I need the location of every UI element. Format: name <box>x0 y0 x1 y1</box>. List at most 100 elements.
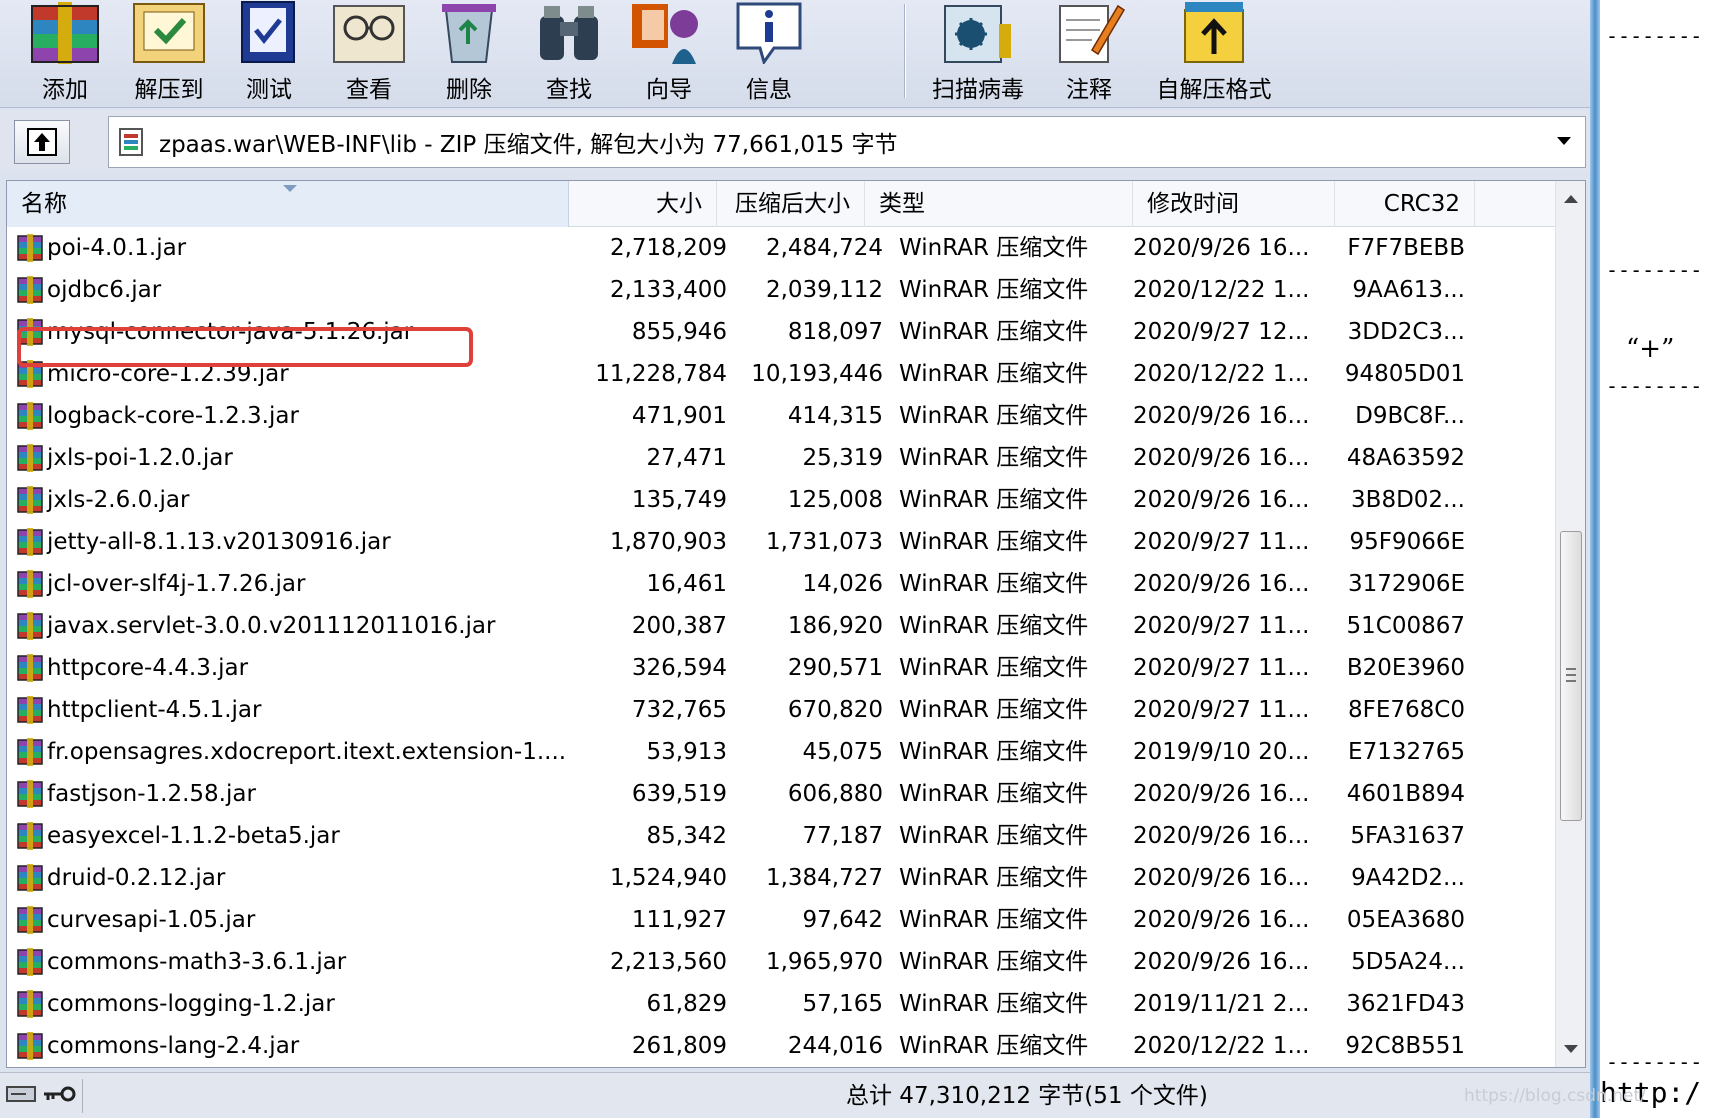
file-name-cell: jxls-2.6.0.jar <box>15 479 571 521</box>
table-row[interactable]: logback-core-1.2.3.jar 471,901 414,315 WinR… <box>7 395 1556 437</box>
info-icon <box>736 2 802 64</box>
file-crc: E7132765 <box>1348 739 1465 765</box>
file-size: 855,946 <box>631 319 727 345</box>
file-type: WinRAR 压缩文件 <box>899 781 1089 807</box>
column-header-packed-label: 压缩后大小 <box>735 191 850 217</box>
file-name-cell: commons-logging-1.2.jar <box>15 983 571 1025</box>
table-row[interactable]: fastjson-1.2.58.jar 639,519 606,880 WinRAR … <box>7 773 1556 815</box>
file-crc: 48A63592 <box>1346 445 1465 471</box>
extract-folder-icon <box>133 3 205 63</box>
toolbar-separator <box>904 4 906 98</box>
view-button[interactable]: 查看 <box>328 0 410 104</box>
file-type: WinRAR 压缩文件 <box>899 235 1089 261</box>
file-name-cell: httpclient-4.5.1.jar <box>15 689 571 731</box>
table-row[interactable]: commons-math3-3.6.1.jar 2,213,560 1,965,97… <box>7 941 1556 983</box>
file-packed-size: 125,008 <box>787 487 883 513</box>
file-name: ojdbc6.jar <box>47 277 162 303</box>
table-row[interactable]: jcl-over-slf4j-1.7.26.jar 16,461 14,026 Win… <box>7 563 1556 605</box>
test-label: 测试 <box>246 77 292 103</box>
add-button[interactable]: 添加 <box>24 0 106 104</box>
scroll-down-icon[interactable] <box>1564 1045 1578 1053</box>
table-row[interactable]: httpclient-4.5.1.jar 732,765 670,820 WinRAR… <box>7 689 1556 731</box>
scan-virus-button[interactable]: 扫描病毒 <box>928 0 1028 104</box>
table-row[interactable]: fr.opensagres.xdocreport.itext.extension… <box>7 731 1556 773</box>
path-combobox[interactable]: zpaas.war\WEB-INF\lib - ZIP 压缩文件, 解包大小为 … <box>108 116 1586 168</box>
table-row[interactable]: micro-core-1.2.39.jar 11,228,784 10,193,44… <box>7 353 1556 395</box>
column-header-packed[interactable]: 压缩后大小 <box>717 181 865 227</box>
file-packed-size: 244,016 <box>787 1033 883 1059</box>
key-icon[interactable] <box>42 1083 76 1105</box>
file-packed-size: 25,319 <box>802 445 883 471</box>
up-folder-button[interactable] <box>14 120 70 164</box>
table-row[interactable]: commons-lang-2.4.jar 261,809 244,016 WinRAR… <box>7 1025 1556 1067</box>
column-header-name[interactable]: 名称 <box>7 181 569 227</box>
file-modified: 2020/9/26 16... <box>1133 403 1310 429</box>
file-type: WinRAR 压缩文件 <box>899 529 1089 555</box>
sfx-button[interactable]: 自解压格式 <box>1152 0 1276 104</box>
info-button[interactable]: 信息 <box>728 0 810 104</box>
column-header-modified[interactable]: 修改时间 <box>1133 181 1335 227</box>
table-row[interactable]: poi-4.0.1.jar 2,718,209 2,484,724 WinRAR 压缩… <box>7 227 1556 269</box>
file-crc: 51C00867 <box>1346 613 1466 639</box>
file-name: jetty-all-8.1.13.v20130916.jar <box>47 529 391 555</box>
scrollbar-thumb[interactable] <box>1560 531 1582 821</box>
rar-archive-icon <box>17 738 43 766</box>
table-row[interactable]: httpcore-4.4.3.jar 326,594 290,571 WinRAR 压… <box>7 647 1556 689</box>
file-name-cell: mysql-connector-java-5.1.26.jar <box>15 311 571 353</box>
table-row[interactable]: jetty-all-8.1.13.v20130916.jar 1,870,903 1… <box>7 521 1556 563</box>
rar-archive-icon <box>17 528 43 556</box>
table-row[interactable]: easyexcel-1.1.2-beta5.jar 85,342 77,187 Win… <box>7 815 1556 857</box>
dashed-line: -------- <box>1606 374 1703 398</box>
file-packed-size: 77,187 <box>802 823 883 849</box>
add-label: 添加 <box>42 77 88 103</box>
column-header-crc[interactable]: CRC32 <box>1335 181 1475 227</box>
file-name-cell: poi-4.0.1.jar <box>15 227 571 269</box>
file-crc: B20E3960 <box>1346 655 1465 681</box>
chevron-down-icon[interactable] <box>1557 137 1571 145</box>
table-row[interactable]: curvesapi-1.05.jar 111,927 97,642 WinRAR 压缩… <box>7 899 1556 941</box>
file-name: jcl-over-slf4j-1.7.26.jar <box>47 571 306 597</box>
file-modified: 2020/9/26 16... <box>1133 823 1310 849</box>
file-modified: 2020/9/26 16... <box>1133 865 1310 891</box>
wizard-button[interactable]: 向导 <box>628 0 710 104</box>
rar-archive-icon <box>17 402 43 430</box>
test-button[interactable]: 测试 <box>228 0 310 104</box>
rar-archive-icon <box>17 360 43 388</box>
rar-archive-icon <box>17 654 43 682</box>
table-row[interactable]: commons-logging-1.2.jar 61,829 57,165 WinRA… <box>7 983 1556 1025</box>
file-modified: 2020/9/26 16... <box>1133 907 1310 933</box>
table-row[interactable]: druid-0.2.12.jar 1,524,940 1,384,727 WinRAR… <box>7 857 1556 899</box>
file-type: WinRAR 压缩文件 <box>899 907 1089 933</box>
file-size: 1,524,940 <box>609 865 727 891</box>
column-header-type[interactable]: 类型 <box>865 181 1133 227</box>
file-type: WinRAR 压缩文件 <box>899 697 1089 723</box>
delete-button[interactable]: 删除 <box>428 0 510 104</box>
file-packed-size: 10,193,446 <box>751 361 883 387</box>
rar-archive-icon <box>17 486 43 514</box>
comment-button[interactable]: 注释 <box>1048 0 1130 104</box>
extract-button[interactable]: 解压到 <box>128 0 210 104</box>
table-row[interactable]: ojdbc6.jar 2,133,400 2,039,112 WinRAR 压缩文件 2… <box>7 269 1556 311</box>
wizard-icon <box>632 4 698 64</box>
file-crc: 5D5A24... <box>1351 949 1465 975</box>
file-modified: 2020/9/26 16... <box>1133 235 1310 261</box>
scroll-up-icon[interactable] <box>1564 195 1578 203</box>
column-header-size-label: 大小 <box>656 191 702 217</box>
comment-label: 注释 <box>1066 77 1112 103</box>
vertical-scrollbar[interactable] <box>1555 181 1585 1067</box>
table-row[interactable]: jxls-2.6.0.jar 135,749 125,008 WinRAR 压缩文件 2… <box>7 479 1556 521</box>
table-row[interactable]: javax.servlet-3.0.0.v201112011016.jar 200… <box>7 605 1556 647</box>
find-button[interactable]: 查找 <box>528 0 610 104</box>
file-name: micro-core-1.2.39.jar <box>47 361 289 387</box>
dashed-line: -------- <box>1606 24 1703 48</box>
drive-icon[interactable] <box>6 1083 36 1105</box>
table-row[interactable]: jxls-poi-1.2.0.jar 27,471 25,319 WinRAR 压缩文… <box>7 437 1556 479</box>
file-name-cell: commons-lang-2.4.jar <box>15 1025 571 1067</box>
table-row[interactable]: mysql-connector-java-5.1.26.jar 855,946 81… <box>7 311 1556 353</box>
column-header-size[interactable]: 大小 <box>569 181 717 227</box>
glasses-book-icon <box>333 5 405 63</box>
file-name-cell: curvesapi-1.05.jar <box>15 899 571 941</box>
file-name: javax.servlet-3.0.0.v201112011016.jar <box>47 613 496 639</box>
file-packed-size: 1,965,970 <box>765 949 883 975</box>
file-list[interactable]: 名称 大小 压缩后大小 类型 修改时间 CRC32 poi-4.0.1.jar 2… <box>6 180 1586 1068</box>
